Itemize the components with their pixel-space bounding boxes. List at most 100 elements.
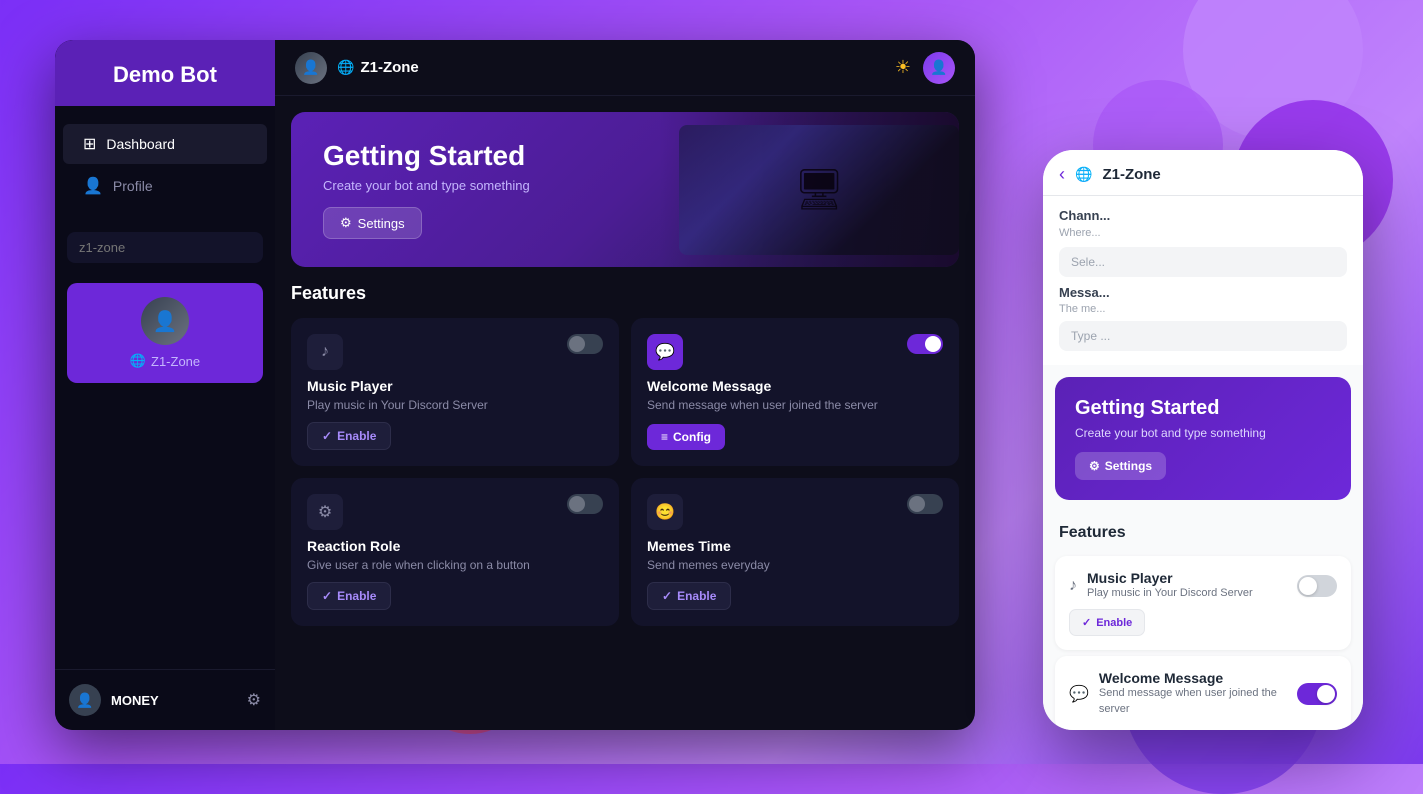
server-avatar: 👤 — [141, 297, 189, 345]
enable-check-icon-2: ✓ — [322, 589, 332, 603]
server-name-label: 🌐 Z1-Zone — [130, 353, 200, 369]
memes-time-header: 😊 — [647, 494, 943, 530]
mobile-back-button[interactable]: ‹ — [1059, 164, 1065, 185]
sidebar-logo-area: Demo Bot — [55, 40, 275, 106]
banner-title: Getting Started — [323, 140, 927, 172]
mobile-music-player-title: Music Player — [1087, 570, 1253, 586]
reaction-role-header: ⚙ — [307, 494, 603, 530]
memes-time-toggle[interactable] — [907, 494, 943, 514]
search-input[interactable] — [67, 232, 263, 263]
mobile-music-player-info: ♪ Music Player Play music in Your Discor… — [1069, 570, 1253, 601]
topbar-server-avatar: 👤 — [295, 52, 327, 84]
mobile-channel-label: Chann... — [1059, 208, 1347, 223]
topbar: 👤 🌐 Z1-Zone ☀ 👤 — [275, 40, 975, 96]
mobile-select-dropdown[interactable]: Sele... — [1059, 247, 1347, 277]
reaction-role-toggle[interactable] — [567, 494, 603, 514]
mobile-feature-card-welcome-message: 💬 Welcome Message Send message when user… — [1055, 656, 1351, 730]
mobile-channel-where: Where... — [1059, 227, 1347, 239]
config-list-icon: ≡ — [661, 430, 668, 444]
mobile-topbar: ‹ 🌐 Z1-Zone — [1043, 150, 1363, 196]
memes-time-enable-button[interactable]: ✓ Enable — [647, 582, 731, 610]
music-player-title: Music Player — [307, 378, 603, 394]
welcome-message-toggle[interactable] — [907, 334, 943, 354]
server-globe-icon: 🌐 — [130, 353, 146, 369]
mobile-welcome-title: Welcome Message — [1099, 670, 1297, 686]
topbar-server-name: 🌐 Z1-Zone — [337, 59, 419, 76]
features-title: Features — [291, 283, 959, 304]
mobile-music-player-footer: ✓ Enable — [1069, 609, 1337, 636]
reaction-role-enable-button[interactable]: ✓ Enable — [307, 582, 391, 610]
desktop-window: Demo Bot ⊞ Dashboard 👤 Profile 👤 🌐 Z1-Zo… — [55, 40, 975, 730]
sidebar-item-dashboard[interactable]: ⊞ Dashboard — [63, 124, 267, 164]
welcome-message-config-button[interactable]: ≡ Config — [647, 424, 725, 450]
reaction-role-title: Reaction Role — [307, 538, 603, 554]
mobile-settings-button[interactable]: ⚙ Settings — [1075, 452, 1166, 480]
welcome-message-header: 💬 — [647, 334, 943, 370]
mobile-mockup: ‹ 🌐 Z1-Zone Chann... Where... Sele... Me… — [1043, 150, 1363, 730]
welcome-message-body: Welcome Message Send message when user j… — [647, 378, 943, 416]
memes-time-icon: 😊 — [647, 494, 683, 530]
sidebar-item-profile[interactable]: 👤 Profile — [63, 166, 267, 206]
music-player-icon: ♪ — [307, 334, 343, 370]
welcome-message-icon: 💬 — [647, 334, 683, 370]
reaction-role-desc: Give user a role when clicking on a butt… — [307, 557, 603, 574]
feature-card-music-player: ♪ Music Player Play music in Your Discor… — [291, 318, 619, 466]
sidebar-profile-label: Profile — [113, 178, 153, 194]
mobile-message-desc: The me... — [1059, 303, 1347, 315]
footer-avatar: 👤 — [69, 684, 101, 716]
music-player-header: ♪ — [307, 334, 603, 370]
theme-toggle-icon[interactable]: ☀ — [895, 57, 911, 78]
main-content: 👤 🌐 Z1-Zone ☀ 👤 🖥 Getting Started Create… — [275, 40, 975, 730]
mobile-music-enable-button[interactable]: ✓ Enable — [1069, 609, 1145, 636]
settings-gear-icon[interactable]: ⚙ — [247, 690, 261, 710]
topbar-user-avatar[interactable]: 👤 — [923, 52, 955, 84]
sidebar-server-card[interactable]: 👤 🌐 Z1-Zone — [67, 283, 263, 383]
mobile-welcome-icon: 💬 — [1069, 684, 1089, 704]
mobile-type-input[interactable]: Type ... — [1059, 321, 1347, 351]
getting-started-banner: 🖥 Getting Started Create your bot and ty… — [291, 112, 959, 267]
feature-card-welcome-message: 💬 Welcome Message Send message when user… — [631, 318, 959, 466]
mobile-welcome-desc: Send message when user joined the server — [1099, 686, 1297, 717]
features-grid: ♪ Music Player Play music in Your Discor… — [291, 318, 959, 626]
welcome-message-footer: ≡ Config — [647, 424, 943, 450]
reaction-role-footer: ✓ Enable — [307, 582, 603, 610]
mobile-welcome-toggle[interactable] — [1297, 683, 1337, 705]
music-player-toggle[interactable] — [567, 334, 603, 354]
sidebar-footer: 👤 MONEY ⚙ — [55, 669, 275, 730]
music-player-desc: Play music in Your Discord Server — [307, 397, 603, 414]
enable-check-icon: ✓ — [322, 429, 332, 443]
mobile-welcome-info: 💬 Welcome Message Send message when user… — [1069, 670, 1297, 717]
mobile-music-player-desc: Play music in Your Discord Server — [1087, 586, 1253, 601]
welcome-message-title: Welcome Message — [647, 378, 943, 394]
settings-icon: ⚙ — [340, 215, 352, 231]
sidebar: Demo Bot ⊞ Dashboard 👤 Profile 👤 🌐 Z1-Zo… — [55, 40, 275, 730]
memes-time-footer: ✓ Enable — [647, 582, 943, 610]
topbar-right: ☀ 👤 — [895, 52, 955, 84]
mobile-welcome-header: 💬 Welcome Message Send message when user… — [1069, 670, 1337, 717]
welcome-message-desc: Send message when user joined the server — [647, 397, 943, 414]
mobile-banner-subtitle: Create your bot and type something — [1075, 426, 1331, 440]
features-section: Features ♪ Music Player Play music in Yo… — [275, 283, 975, 730]
reaction-role-body: Reaction Role Give user a role when clic… — [307, 538, 603, 574]
mobile-banner-title: Getting Started — [1075, 397, 1331, 420]
topbar-globe-icon: 🌐 — [337, 59, 354, 76]
app-title: Demo Bot — [113, 62, 217, 87]
music-player-footer: ✓ Enable — [307, 422, 603, 450]
feature-card-memes-time: 😊 Memes Time Send memes everyday ✓ Enabl… — [631, 478, 959, 626]
memes-time-title: Memes Time — [647, 538, 943, 554]
mobile-music-player-toggle[interactable] — [1297, 575, 1337, 597]
music-player-body: Music Player Play music in Your Discord … — [307, 378, 603, 414]
mobile-globe-icon: 🌐 — [1075, 166, 1092, 183]
dashboard-icon: ⊞ — [83, 134, 96, 154]
mobile-partial-bg: Chann... Where... Sele... Messa... The m… — [1043, 196, 1363, 365]
mobile-enable-icon: ✓ — [1082, 616, 1091, 629]
mobile-music-icon: ♪ — [1069, 577, 1077, 595]
banner-settings-button[interactable]: ⚙ Settings — [323, 207, 422, 239]
music-player-enable-button[interactable]: ✓ Enable — [307, 422, 391, 450]
banner-subtitle: Create your bot and type something — [323, 178, 927, 193]
blob-top-right — [1183, 0, 1363, 140]
enable-check-icon-3: ✓ — [662, 589, 672, 603]
mobile-message-label: Messa... — [1059, 285, 1347, 300]
mobile-features-label: Features — [1043, 512, 1363, 550]
profile-icon: 👤 — [83, 176, 103, 196]
